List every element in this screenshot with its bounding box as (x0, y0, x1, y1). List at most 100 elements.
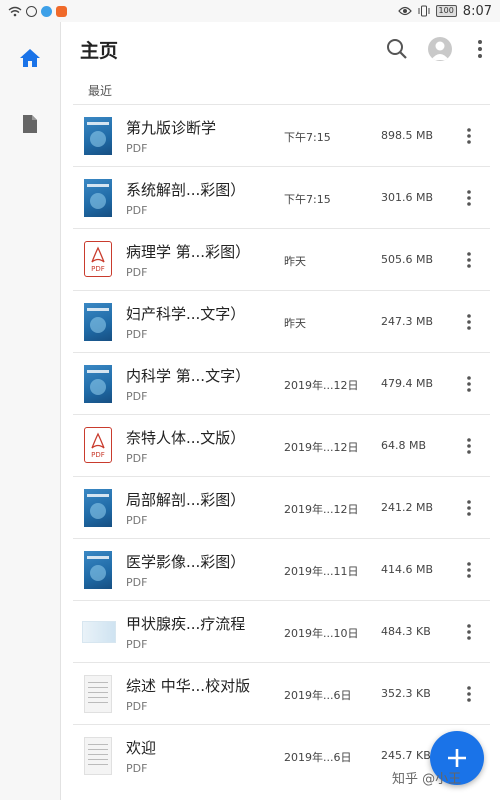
file-row[interactable]: 第九版诊断学 PDF 下午7:15 898.5 MB (73, 104, 490, 166)
home-icon (20, 49, 40, 67)
more-vert-icon (467, 500, 471, 516)
file-date: 2019年...12日 (284, 379, 359, 392)
book-cover-thumbnail (84, 179, 112, 217)
avatar[interactable] (428, 37, 452, 61)
file-type: PDF (126, 204, 148, 217)
document-icon (23, 115, 37, 133)
file-type: PDF (126, 514, 148, 527)
document-thumbnail (84, 737, 112, 775)
sidebar-item-home[interactable] (14, 42, 46, 74)
file-row[interactable]: 局部解剖...彩图） PDF 2019年...12日 241.2 MB (73, 476, 490, 538)
file-date: 2019年...10日 (284, 627, 359, 640)
book-cover-thumbnail (84, 365, 112, 403)
more-vert-icon (467, 190, 471, 206)
file-more-button[interactable] (462, 497, 476, 519)
file-row[interactable]: 妇产科学...文字） PDF 昨天 247.3 MB (73, 290, 490, 352)
file-size: 241.2 MB (381, 501, 434, 514)
status-icons-left (8, 5, 67, 17)
pdf-file-icon: PDF (84, 241, 112, 279)
file-type: PDF (126, 700, 148, 713)
wifi-icon (8, 6, 22, 16)
file-type: PDF (126, 390, 148, 403)
file-size: 352.3 KB (381, 687, 431, 700)
clock: 8:07 (462, 3, 492, 19)
more-vert-icon (467, 624, 471, 640)
battery-indicator: 100 (435, 5, 457, 17)
file-type: PDF (126, 266, 148, 279)
file-size: 301.6 MB (381, 191, 434, 204)
file-type: PDF (126, 452, 148, 465)
file-date: 下午7:15 (284, 131, 331, 144)
pdf-file-icon: PDF (84, 427, 112, 465)
more-vert-icon (467, 438, 471, 454)
file-row[interactable]: PDF 奈特人体...文版） PDF 2019年...12日 64.8 MB (73, 414, 490, 476)
file-name: 综述 中华...校对版 (126, 677, 251, 695)
file-name: 甲状腺疾...疗流程 (126, 615, 246, 633)
file-date: 2019年...6日 (284, 751, 352, 764)
file-name: 医学影像...彩图） (126, 553, 246, 571)
section-label-recent: 最近 (88, 84, 113, 98)
file-more-button[interactable] (462, 187, 476, 209)
header: 主页 (62, 22, 500, 76)
file-size: 245.7 KB (381, 749, 431, 762)
file-type: PDF (126, 328, 148, 341)
more-vert-icon (467, 128, 471, 144)
pdf-badge: PDF (91, 265, 105, 273)
app-notification-icon (41, 5, 52, 17)
eye-icon (397, 6, 412, 16)
file-more-button[interactable] (462, 249, 476, 271)
status-bar: 100 8:07 (0, 0, 500, 22)
file-size: 414.6 MB (381, 563, 434, 576)
file-date: 昨天 (284, 317, 306, 330)
file-size: 484.3 KB (381, 625, 431, 638)
page-title: 主页 (80, 39, 119, 62)
sidebar-item-documents[interactable] (14, 108, 46, 140)
user-icon (431, 41, 449, 60)
file-size: 505.6 MB (381, 253, 434, 266)
file-row[interactable]: 医学影像...彩图） PDF 2019年...11日 414.6 MB (73, 538, 490, 600)
book-cover-thumbnail (84, 303, 112, 341)
file-date: 2019年...12日 (284, 441, 359, 454)
recent-files-list: 第九版诊断学 PDF 下午7:15 898.5 MB 系统解剖...彩图） PDF 下午7:… (73, 104, 490, 786)
file-name: 病理学 第...彩图） (126, 243, 251, 261)
file-row[interactable]: PDF 病理学 第...彩图） PDF 昨天 505.6 MB (73, 228, 490, 290)
file-more-button[interactable] (462, 373, 476, 395)
file-size: 247.3 MB (381, 315, 434, 328)
file-name: 局部解剖...彩图） (126, 491, 246, 509)
search-icon (387, 39, 407, 59)
file-more-button[interactable] (462, 311, 476, 333)
sidebar (0, 22, 61, 800)
file-name: 奈特人体...文版） (126, 429, 246, 447)
search-button[interactable] (384, 36, 410, 62)
file-row[interactable]: 甲状腺疾...疗流程 PDF 2019年...10日 484.3 KB (73, 600, 490, 662)
more-vert-icon (467, 686, 471, 702)
file-name: 欢迎 (126, 739, 157, 757)
file-date: 昨天 (284, 255, 306, 268)
file-size: 898.5 MB (381, 129, 434, 142)
file-more-button[interactable] (462, 621, 476, 643)
file-size: 479.4 MB (381, 377, 434, 390)
file-more-button[interactable] (462, 559, 476, 581)
pdf-badge: PDF (91, 451, 105, 459)
more-vert-icon (467, 314, 471, 330)
more-vert-icon (467, 562, 471, 578)
file-row[interactable]: 内科学 第...文字） PDF 2019年...12日 479.4 MB (73, 352, 490, 414)
file-more-button[interactable] (462, 125, 476, 147)
file-name: 妇产科学...文字） (126, 305, 246, 323)
file-type: PDF (126, 142, 148, 155)
file-row[interactable]: 系统解剖...彩图） PDF 下午7:15 301.6 MB (73, 166, 490, 228)
document-thumbnail (84, 675, 112, 713)
more-vert-icon (467, 252, 471, 268)
file-more-button[interactable] (462, 435, 476, 457)
watermark: 知乎 @小王 (392, 772, 462, 787)
more-options-button[interactable] (470, 36, 490, 62)
file-date: 2019年...11日 (284, 565, 359, 578)
file-name: 内科学 第...文字） (126, 367, 251, 385)
book-cover-thumbnail (84, 117, 112, 155)
more-vert-icon (467, 376, 471, 392)
file-more-button[interactable] (462, 683, 476, 705)
file-row[interactable]: 综述 中华...校对版 PDF 2019年...6日 352.3 KB (73, 662, 490, 724)
more-vert-icon (478, 40, 482, 58)
file-size: 64.8 MB (381, 439, 427, 452)
file-date: 下午7:15 (284, 193, 331, 206)
